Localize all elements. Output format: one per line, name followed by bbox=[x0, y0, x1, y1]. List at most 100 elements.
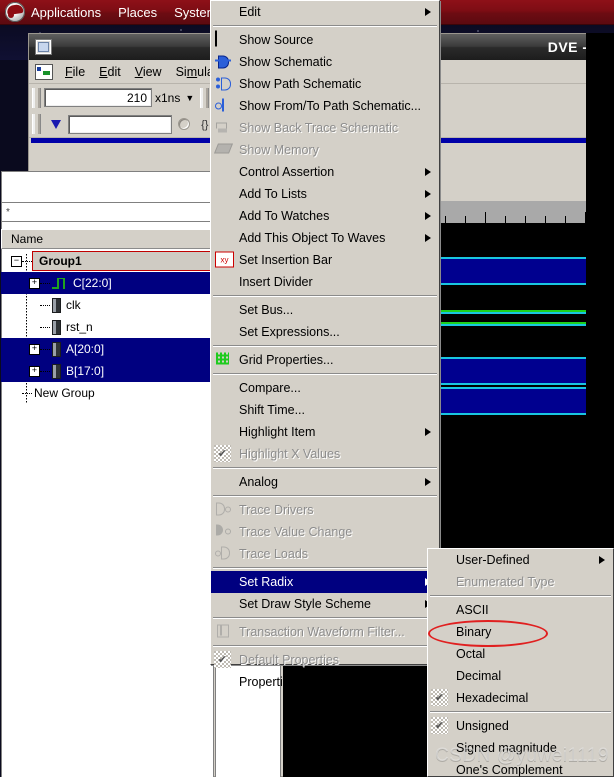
menu-item-highlight-x-values-label: Highlight X Values bbox=[239, 447, 341, 461]
tree-label-rstn: rst_n bbox=[66, 320, 93, 334]
menu-item-set-bus[interactable]: Set Bus... bbox=[211, 299, 439, 321]
menu-item-properties[interactable]: Properties... bbox=[211, 671, 439, 693]
menu-item-add-to-watches[interactable]: Add To Watches bbox=[211, 205, 439, 227]
tree-row-new-group[interactable]: New Group bbox=[1, 382, 214, 404]
down-arrow-icon[interactable] bbox=[45, 113, 67, 135]
menu-separator bbox=[213, 495, 437, 497]
radix-item-ascii[interactable]: ASCII bbox=[428, 599, 613, 621]
redhat-logo-icon[interactable] bbox=[5, 2, 25, 22]
checkbox-icon bbox=[214, 445, 231, 462]
menu-edit[interactable]: Edit bbox=[92, 63, 128, 81]
menu-item-analog[interactable]: Analog bbox=[211, 471, 439, 493]
radix-item-signed-magnitude[interactable]: Signed magnitude bbox=[428, 737, 613, 759]
menu-item-shift-time[interactable]: Shift Time... bbox=[211, 399, 439, 421]
tree-connector bbox=[40, 326, 50, 328]
radix-item-decimal[interactable]: Decimal bbox=[428, 665, 613, 687]
menu-item-set-insertion-bar[interactable]: xy Set Insertion Bar bbox=[211, 249, 439, 271]
menu-item-back-trace-label: Show Back Trace Schematic bbox=[239, 121, 399, 135]
tree-row-b[interactable]: + B[17:0] bbox=[1, 360, 214, 382]
tree-label-group1[interactable]: Group1 bbox=[32, 251, 214, 271]
menu-item-set-radix[interactable]: Set Radix bbox=[211, 571, 439, 593]
tree-connector bbox=[40, 370, 50, 372]
menu-item-highlight-x-values: Highlight X Values bbox=[211, 443, 439, 465]
menu-item-show-schematic[interactable]: Show Schematic bbox=[211, 51, 439, 73]
menu-item-set-draw-style-scheme[interactable]: Set Draw Style Scheme bbox=[211, 593, 439, 615]
checkbox-icon bbox=[214, 651, 231, 668]
menu-item-grid-properties[interactable]: Grid Properties... bbox=[211, 349, 439, 371]
menu-item-show-path-schematic[interactable]: Show Path Schematic bbox=[211, 73, 439, 95]
tree-row-a[interactable]: + A[20:0] bbox=[1, 338, 214, 360]
radix-item-octal[interactable]: Octal bbox=[428, 643, 613, 665]
menu-item-trace-loads-label: Trace Loads bbox=[239, 547, 309, 561]
menu-item-transaction-filter-label: Transaction Waveform Filter... bbox=[239, 625, 405, 639]
gnome-menu-places[interactable]: Places bbox=[118, 5, 157, 20]
tree-row-rstn[interactable]: rst_n bbox=[1, 316, 214, 338]
gnome-menu-applications[interactable]: Applications bbox=[31, 5, 101, 20]
menu-item-show-source[interactable]: Show Source bbox=[211, 29, 439, 51]
signal-icon bbox=[52, 319, 61, 335]
trace-drivers-icon bbox=[215, 502, 234, 519]
radio-toggle[interactable] bbox=[178, 118, 190, 130]
radix-unsigned-label: Unsigned bbox=[456, 719, 509, 733]
signal-filter-input[interactable]: * bbox=[1, 202, 214, 222]
menu-item-insert-divider[interactable]: Insert Divider bbox=[211, 271, 439, 293]
menu-separator bbox=[213, 373, 437, 375]
menu-item-trace-value-change-label: Trace Value Change bbox=[239, 525, 353, 539]
window-icon[interactable] bbox=[35, 39, 52, 55]
radix-signed-magnitude-label: Signed magnitude bbox=[456, 741, 557, 755]
menu-item-add-to-watches-label: Add To Watches bbox=[239, 209, 330, 223]
menu-item-show-path-schematic-label: Show Path Schematic bbox=[239, 77, 362, 91]
menu-separator bbox=[213, 617, 437, 619]
tree-row-c[interactable]: + C[22:0] bbox=[1, 272, 214, 294]
radix-item-unsigned[interactable]: Unsigned bbox=[428, 715, 613, 737]
menu-separator bbox=[430, 711, 611, 713]
menu-view[interactable]: View bbox=[128, 63, 169, 81]
time-unit-combo[interactable]: x1ns ▼ bbox=[152, 88, 197, 107]
source-icon bbox=[215, 30, 234, 49]
radix-item-user-defined[interactable]: User-Defined bbox=[428, 549, 613, 571]
expander-c[interactable]: + bbox=[29, 277, 40, 289]
expander-a[interactable]: + bbox=[29, 343, 40, 355]
toolbar-grip-3[interactable] bbox=[32, 114, 41, 134]
menu-item-compare[interactable]: Compare... bbox=[211, 377, 439, 399]
menu-file-label: ile bbox=[72, 65, 86, 79]
radix-decimal-label: Decimal bbox=[456, 669, 502, 683]
radix-item-ones-complement[interactable]: One's Complement bbox=[428, 759, 613, 777]
signal-icon bbox=[52, 297, 61, 313]
menu-edit-label: dit bbox=[107, 65, 121, 79]
toolbar-grip-2[interactable] bbox=[200, 87, 210, 108]
checkbox-icon bbox=[431, 689, 448, 706]
expander-group1[interactable]: − bbox=[11, 255, 22, 267]
radix-item-hexadecimal[interactable]: Hexadecimal bbox=[428, 687, 613, 709]
menu-item-set-expressions[interactable]: Set Expressions... bbox=[211, 321, 439, 343]
tree-label-b: B[17:0] bbox=[66, 364, 105, 378]
signal-name-column-header[interactable]: Name bbox=[1, 229, 214, 249]
tree-label-a: A[20:0] bbox=[66, 342, 105, 356]
tree-row-group1[interactable]: − Group1 bbox=[1, 250, 214, 272]
menu-item-trace-loads: Trace Loads bbox=[211, 543, 439, 565]
menu-item-show-schematic-label: Show Schematic bbox=[239, 55, 333, 69]
menu-item-highlight-item[interactable]: Highlight Item bbox=[211, 421, 439, 443]
signal-icon bbox=[52, 363, 61, 379]
menu-item-edit[interactable]: Edit bbox=[211, 1, 439, 23]
memory-icon bbox=[215, 142, 234, 159]
transaction-icon bbox=[215, 624, 234, 641]
menu-item-control-assertion[interactable]: Control Assertion bbox=[211, 161, 439, 183]
menu-item-show-back-trace-schematic: Show Back Trace Schematic bbox=[211, 117, 439, 139]
search-input[interactable] bbox=[68, 114, 172, 134]
menu-item-show-fromto-path-schematic[interactable]: Show From/To Path Schematic... bbox=[211, 95, 439, 117]
menu-item-add-object-to-waves[interactable]: Add This Object To Waves bbox=[211, 227, 439, 249]
tree-row-clk[interactable]: clk bbox=[1, 294, 214, 316]
submenu-arrow-icon bbox=[425, 428, 431, 436]
toolbar-grip[interactable] bbox=[32, 87, 41, 108]
time-value-field[interactable]: 210 bbox=[44, 88, 152, 107]
tree-label-new-group[interactable]: New Group bbox=[34, 386, 95, 400]
expander-b[interactable]: + bbox=[29, 365, 40, 377]
radix-item-binary[interactable]: Binary bbox=[428, 621, 613, 643]
menu-item-set-insertion-bar-label: Set Insertion Bar bbox=[239, 253, 333, 267]
menu-item-add-to-lists[interactable]: Add To Lists bbox=[211, 183, 439, 205]
menu-item-add-object-to-waves-label: Add This Object To Waves bbox=[239, 231, 386, 245]
menu-file[interactable]: File bbox=[58, 63, 92, 81]
menu-view-label: iew bbox=[142, 65, 162, 79]
menu-item-show-fromto-label: Show From/To Path Schematic... bbox=[239, 99, 422, 113]
